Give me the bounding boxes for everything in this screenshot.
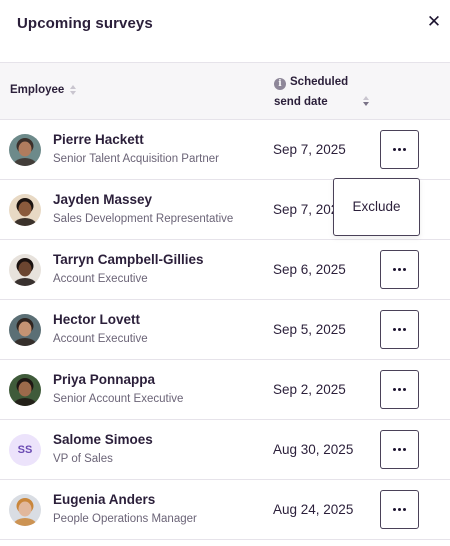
employee-name: Pierre Hackett xyxy=(53,132,144,147)
close-icon[interactable]: ✕ xyxy=(424,12,444,32)
sort-descending-icon xyxy=(363,96,369,106)
more-actions-button[interactable] xyxy=(380,130,419,169)
more-actions-button[interactable] xyxy=(380,370,419,409)
panel-header: Upcoming surveys ✕ xyxy=(0,0,450,62)
employee-name: Eugenia Anders xyxy=(53,492,156,507)
column-header-date-line2: send date xyxy=(274,96,328,108)
employee-role: VP of Sales xyxy=(53,453,113,465)
exclude-menu-item[interactable]: Exclude xyxy=(334,179,419,235)
scheduled-send-date: Aug 24, 2025 xyxy=(273,502,354,517)
employee-name: Tarryn Campbell-Gillies xyxy=(53,252,204,267)
employee-role: Account Executive xyxy=(53,273,148,285)
table-row: Tarryn Campbell-Gillies Account Executive… xyxy=(0,240,450,300)
scheduled-send-date: Sep 2, 2025 xyxy=(273,382,346,397)
column-header-employee-label: Employee xyxy=(10,84,65,96)
table-row: Eugenia Anders People Operations Manager A… xyxy=(0,480,450,540)
table-row: SS Salome Simoes VP of Sales Aug 30, 2025 xyxy=(0,420,450,480)
avatar-initials: SS xyxy=(9,434,41,466)
column-header-employee[interactable]: Employee xyxy=(10,84,77,96)
avatar-photo xyxy=(9,254,41,286)
sort-icon xyxy=(70,85,77,95)
table-row: Priya Ponnappa Senior Account Executive Se… xyxy=(0,360,450,420)
more-actions-button[interactable] xyxy=(380,310,419,349)
more-actions-button[interactable] xyxy=(380,490,419,529)
employee-role: Sales Development Representative xyxy=(53,213,234,225)
scheduled-send-date: Sep 6, 2025 xyxy=(273,262,346,277)
upcoming-surveys-panel: Upcoming surveys ✕ Employee i Scheduled s… xyxy=(0,0,450,546)
scheduled-send-date: Sep 5, 2025 xyxy=(273,322,346,337)
employee-role: Senior Talent Acquisition Partner xyxy=(53,153,219,165)
column-header-date-line1: Scheduled xyxy=(290,76,349,88)
employee-role: Senior Account Executive xyxy=(53,393,184,405)
more-actions-button[interactable] xyxy=(380,430,419,469)
avatar-photo xyxy=(9,134,41,166)
employee-name: Hector Lovett xyxy=(53,312,141,327)
avatar-photo xyxy=(9,494,41,526)
table-row: Pierre Hackett Senior Talent Acquisition … xyxy=(0,120,450,180)
info-icon[interactable]: i xyxy=(274,78,286,90)
scheduled-send-date: Sep 7, 2025 xyxy=(273,142,346,157)
row-actions-popover: Exclude xyxy=(333,178,420,236)
employee-role: People Operations Manager xyxy=(53,513,197,525)
employee-role: Account Executive xyxy=(53,333,148,345)
column-header-scheduled-send-date[interactable]: i Scheduled send date xyxy=(274,72,374,112)
table-row: Hector Lovett Account Executive Sep 5, 202… xyxy=(0,300,450,360)
avatar-photo xyxy=(9,314,41,346)
more-actions-button[interactable] xyxy=(380,250,419,289)
avatar-photo xyxy=(9,374,41,406)
avatar-photo xyxy=(9,194,41,226)
panel-title: Upcoming surveys xyxy=(17,15,153,32)
employee-name: Priya Ponnappa xyxy=(53,372,156,387)
scheduled-send-date: Aug 30, 2025 xyxy=(273,442,354,457)
employee-name: Jayden Massey xyxy=(53,192,153,207)
table-header: Employee i Scheduled send date xyxy=(0,62,450,120)
employee-name: Salome Simoes xyxy=(53,432,153,447)
